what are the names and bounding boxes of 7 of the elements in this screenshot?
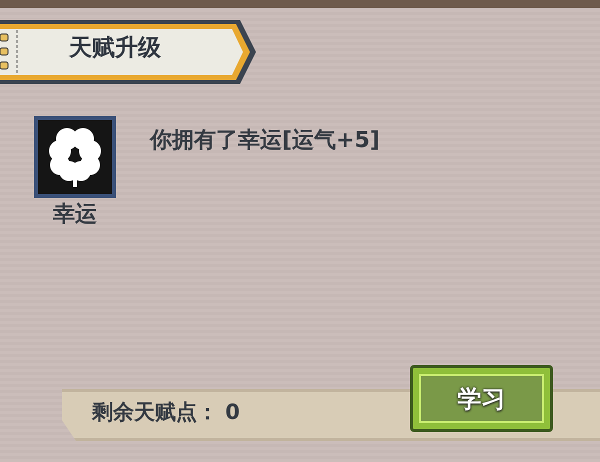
talent-name: 幸运: [53, 204, 97, 226]
remaining-points-text: 剩余天赋点： 0: [92, 402, 240, 423]
talent-slot[interactable]: [34, 116, 116, 198]
panel-title: 天赋升级: [69, 37, 161, 60]
talent-description: 你拥有了幸运[运气+5]: [150, 130, 380, 155]
learn-button[interactable]: 学习: [410, 365, 553, 432]
clover-icon: [48, 127, 102, 187]
